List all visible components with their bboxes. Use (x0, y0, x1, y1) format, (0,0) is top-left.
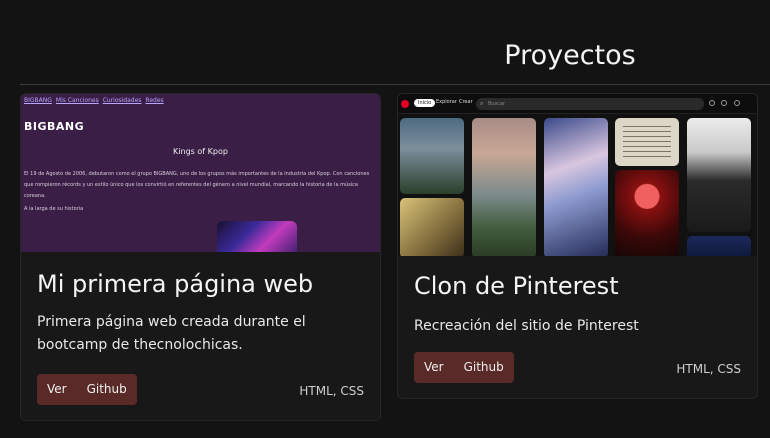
preview-heading: Kings of Kpop (173, 147, 228, 156)
preview-small-text: A la larga de su historia (24, 206, 84, 212)
bell-icon (709, 100, 715, 106)
github-button[interactable]: Github (77, 374, 137, 405)
preview-tab-explore: Explorar (436, 99, 457, 105)
project-description: Recreación del sitio de Pinterest (414, 318, 639, 334)
project-buttons: Ver Github (37, 374, 137, 405)
preview-nav-link: BIGBANG (24, 97, 52, 104)
preview-tab-create: Crear (459, 99, 473, 105)
project-title: Mi primera página web (37, 270, 314, 298)
project-preview-image: BIGBANG Mis Canciones Curiosidades Redes BI… (21, 94, 380, 252)
pin-image (400, 198, 464, 256)
preview-brand: BIGBANG (24, 120, 85, 133)
project-buttons: Ver Github (414, 352, 514, 383)
preview-paragraph: El 19 de Agosto de 2006, debutaron como … (24, 171, 370, 199)
divider (20, 84, 770, 85)
view-button[interactable]: Ver (37, 374, 77, 405)
view-button[interactable]: Ver (414, 352, 454, 383)
message-icon (721, 100, 727, 106)
pinterest-logo-icon (401, 100, 409, 108)
github-button[interactable]: Github (454, 352, 514, 383)
preview-nav: BIGBANG Mis Canciones Curiosidades Redes (24, 97, 168, 104)
preview-nav-link: Mis Canciones (55, 97, 99, 104)
pin-image (472, 118, 536, 256)
preview-nav-link: Redes (145, 97, 164, 104)
preview-tab-home: Inicio (414, 99, 436, 107)
project-card-first-webpage: BIGBANG Mis Canciones Curiosidades Redes BI… (20, 93, 381, 421)
preview-search-placeholder: Buscar (488, 101, 506, 107)
pin-image (615, 118, 679, 166)
pin-image (544, 118, 608, 256)
pin-image (687, 236, 751, 256)
tech-stack: HTML, CSS (299, 384, 364, 398)
preview-search-bar: ⌕ Buscar (476, 98, 704, 110)
project-description: Primera página web creada durante el boo… (37, 314, 306, 353)
preview-concert-image (217, 221, 297, 252)
pin-image (400, 118, 464, 194)
project-preview-image: Inicio Explorar Crear ⌕ Buscar (398, 94, 757, 256)
profile-icon (734, 100, 740, 106)
pin-image (615, 170, 679, 256)
tech-stack: HTML, CSS (676, 362, 741, 376)
project-card-pinterest-clone: Inicio Explorar Crear ⌕ Buscar Clon de P… (397, 93, 758, 399)
preview-nav-link: Curiosidades (102, 97, 142, 104)
pin-image (687, 118, 751, 232)
section-title: Proyectos (504, 40, 636, 71)
preview-topbar: Inicio Explorar Crear ⌕ Buscar (398, 94, 757, 114)
search-icon: ⌕ (480, 100, 484, 107)
project-title: Clon de Pinterest (414, 272, 619, 300)
